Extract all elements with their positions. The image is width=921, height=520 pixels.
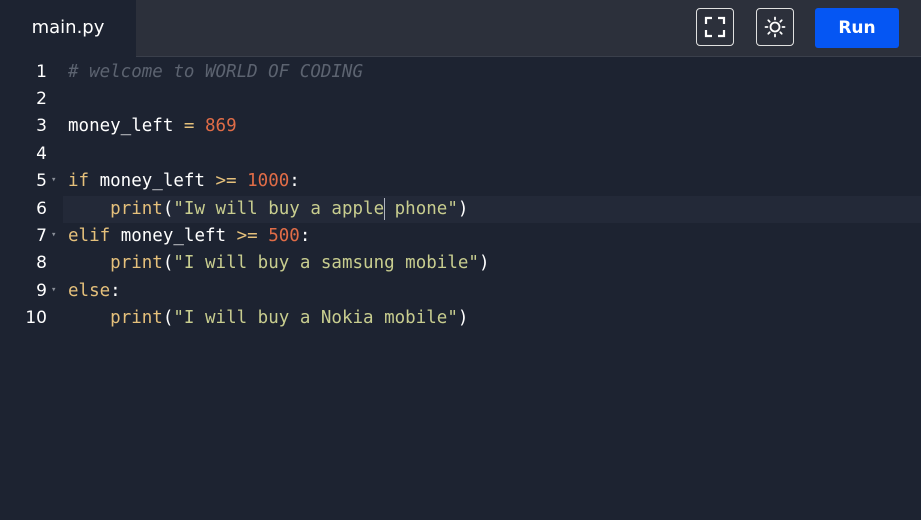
code-token: >= (236, 225, 258, 246)
code-text: money_left = 869 (63, 113, 921, 140)
code-token: ( (162, 308, 174, 329)
code-line[interactable]: 5 ▾ if money_left >= 1000: (0, 168, 921, 195)
code-line[interactable]: 9 ▾ else: (0, 278, 921, 305)
line-number: 1 (36, 61, 47, 82)
code-token: "I will buy a Nokia mobile" (173, 308, 458, 329)
line-number: 8 (36, 253, 47, 274)
line-number: 7 (36, 225, 47, 246)
code-text: else: (63, 278, 921, 305)
theme-toggle-button[interactable] (756, 8, 794, 46)
code-token: if (68, 171, 90, 192)
code-text: elif money_left >= 500: (63, 223, 921, 250)
line-number: 2 (36, 88, 47, 109)
code-token: "Iw will buy a apple (173, 198, 385, 219)
code-line[interactable]: 1 # welcome to WORLD OF CODING (0, 59, 921, 86)
fullscreen-icon (704, 16, 726, 38)
code-token: : (299, 225, 311, 246)
code-token: ) (457, 308, 469, 329)
code-token: money_left (110, 225, 237, 246)
tab-filename: main.py (31, 17, 105, 38)
fold-arrow-icon[interactable]: ▾ (51, 278, 56, 302)
line-number: 10 (25, 308, 47, 329)
code-line[interactable]: 3 money_left = 869 (0, 113, 921, 140)
code-token: money_left (68, 116, 184, 137)
code-token: ) (478, 253, 490, 274)
fullscreen-button[interactable] (696, 8, 734, 46)
sun-icon (764, 16, 786, 38)
code-token: # welcome to WORLD OF CODING (68, 61, 364, 82)
code-token: print (110, 198, 163, 219)
line-number: 5 (36, 171, 47, 192)
code-line[interactable]: 6 print("Iw will buy a apple phone") (0, 195, 921, 223)
code-line[interactable]: 2 (0, 86, 921, 113)
code-token: phone" (384, 198, 458, 219)
code-token: money_left (89, 171, 216, 192)
code-token: ) (457, 198, 469, 219)
code-text: if money_left >= 1000: (63, 168, 921, 195)
code-token: 869 (205, 116, 237, 137)
code-token: ( (162, 198, 174, 219)
fold-arrow-icon[interactable]: ▾ (51, 223, 56, 247)
line-number: 9 (36, 280, 47, 301)
code-token: : (289, 171, 300, 192)
code-token: print (110, 308, 163, 329)
code-token: 1000 (247, 171, 290, 192)
code-editor[interactable]: 1 # welcome to WORLD OF CODING 2 3 money_le… (0, 58, 921, 520)
code-line[interactable]: 4 (0, 141, 921, 168)
code-token: print (110, 253, 163, 274)
code-token: "I will buy a samsung mobile" (173, 253, 479, 274)
code-line[interactable]: 10 print("I will buy a Nokia mobile") (0, 305, 921, 332)
code-token: = (183, 116, 195, 137)
run-button[interactable]: Run (815, 8, 899, 48)
code-line[interactable]: 7 ▾ elif money_left >= 500: (0, 223, 921, 250)
editor-toolbar: main.py Run (0, 0, 921, 57)
tab-main-py[interactable]: main.py (0, 0, 136, 57)
code-text: print("Iw will buy a apple phone") (63, 195, 921, 223)
line-number: 4 (36, 143, 47, 164)
code-text: print("I will buy a samsung mobile") (63, 250, 921, 277)
code-token: 500 (268, 225, 300, 246)
code-line[interactable]: 8 print("I will buy a samsung mobile") (0, 250, 921, 277)
line-number: 6 (36, 198, 47, 219)
code-token: >= (215, 171, 237, 192)
code-token: else (68, 280, 111, 301)
code-token: : (110, 280, 121, 301)
code-token: elif (68, 225, 111, 246)
fold-arrow-icon[interactable]: ▾ (51, 168, 56, 192)
line-number: 3 (36, 116, 47, 137)
code-token: ( (162, 253, 174, 274)
code-text: # welcome to WORLD OF CODING (63, 59, 921, 86)
code-text: print("I will buy a Nokia mobile") (63, 305, 921, 332)
